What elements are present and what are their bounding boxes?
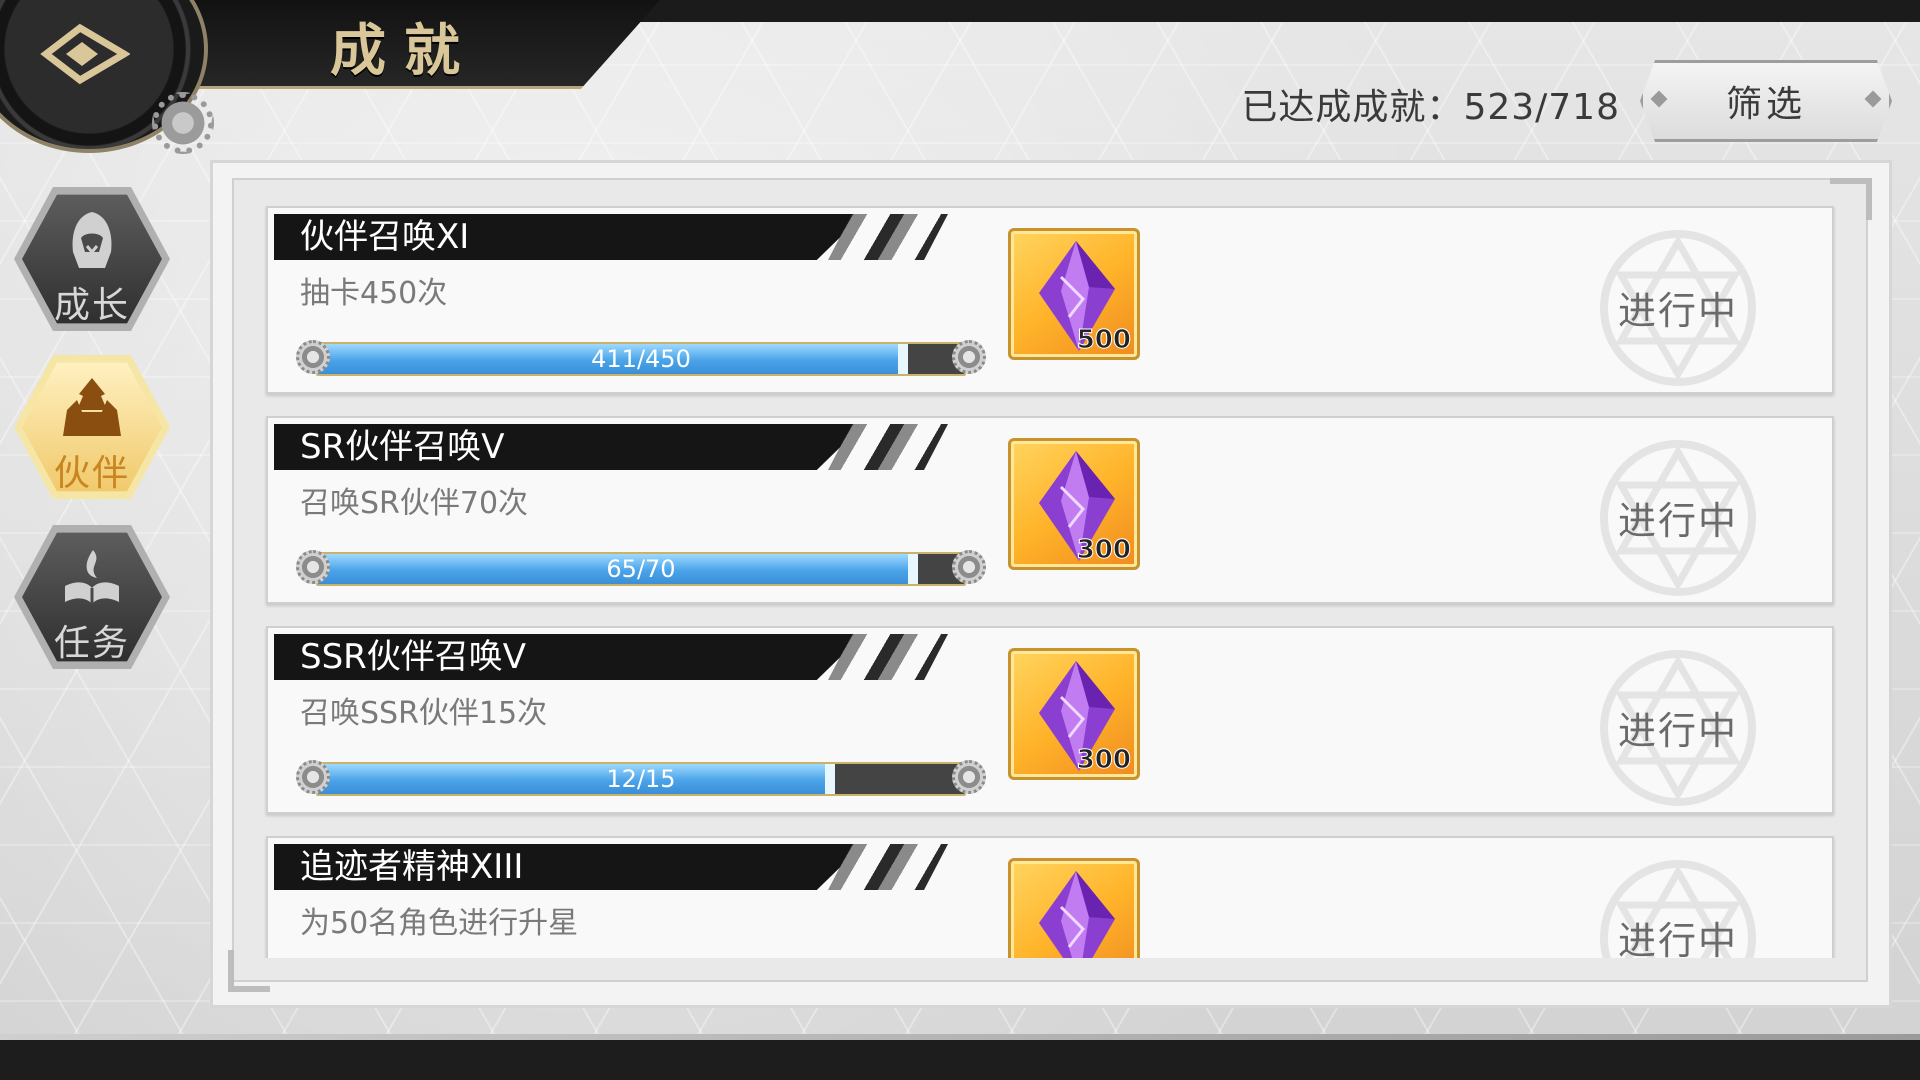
- tab-partner[interactable]: 伙伴: [14, 352, 170, 502]
- tab-growth[interactable]: 成长: [14, 184, 170, 334]
- achievement-title: 伙伴召唤XI: [300, 217, 470, 257]
- progress-cap-icon: [952, 760, 986, 794]
- progress-bar: 12/15: [296, 760, 986, 796]
- filter-button[interactable]: 筛选: [1640, 60, 1892, 142]
- page-title: 成就: [330, 18, 478, 84]
- achievement-title: SSR伙伴召唤V: [300, 637, 527, 677]
- progress-cap-icon: [296, 340, 330, 374]
- achievement-count-label: 已达成成就：: [1241, 87, 1464, 128]
- achievement-count-value: 523/718: [1463, 87, 1620, 128]
- reward-item[interactable]: 300: [1008, 648, 1140, 780]
- reward-item[interactable]: 500: [1008, 228, 1140, 360]
- filter-button-label: 筛选: [1725, 84, 1806, 125]
- status-text: 进行中: [1617, 289, 1738, 333]
- achievement-desc: 召唤SR伙伴70次: [300, 486, 529, 521]
- achievement-desc: 抽卡450次: [300, 276, 448, 311]
- status-text: 进行中: [1617, 709, 1738, 753]
- achievement-card: 追迹者精神XIII 为50名角色进行升星 进行中: [266, 836, 1834, 958]
- party-figures-icon: [63, 378, 121, 436]
- achievement-list[interactable]: 伙伴召唤XI 抽卡450次 411/450 500 进行中 SR伙伴召唤V 召唤…: [262, 200, 1842, 958]
- progress-text: 65/70: [606, 555, 676, 583]
- diamond-icon: [1864, 90, 1882, 108]
- reward-quantity: 500: [1076, 325, 1131, 356]
- progress-cap-icon: [296, 760, 330, 794]
- progress-cap-icon: [952, 340, 986, 374]
- reward-item[interactable]: [1008, 858, 1140, 958]
- progress-cap-icon: [952, 550, 986, 584]
- flame-book-icon: [65, 550, 119, 604]
- bottom-bar: [0, 1040, 1920, 1080]
- achievement-desc: 为50名角色进行升星: [300, 906, 579, 941]
- tab-partner-label: 伙伴: [53, 453, 130, 494]
- progress-text: 12/15: [606, 765, 676, 793]
- status-badge: 进行中: [1598, 438, 1758, 598]
- back-button[interactable]: [40, 22, 131, 86]
- status-text: 进行中: [1617, 499, 1738, 543]
- status-badge: 进行中: [1598, 228, 1758, 388]
- achievement-desc: 召唤SSR伙伴15次: [300, 696, 548, 731]
- progress-bar: 65/70: [296, 550, 986, 586]
- achievement-card: 伙伴召唤XI 抽卡450次 411/450 500 进行中: [266, 206, 1834, 394]
- achievement-title: SR伙伴召唤V: [300, 427, 505, 467]
- diamond-icon: [1650, 90, 1668, 108]
- reward-quantity: 300: [1076, 745, 1131, 776]
- progress-cap-icon: [296, 550, 330, 584]
- progress-text: 411/450: [591, 345, 691, 373]
- achievement-title: 追迹者精神XIII: [300, 847, 524, 887]
- hooded-figure-icon: [72, 212, 112, 268]
- tab-growth-label: 成长: [53, 285, 130, 326]
- status-badge: 进行中: [1598, 858, 1758, 958]
- achievement-card: SSR伙伴召唤V 召唤SSR伙伴15次 12/15 300 进行中: [266, 626, 1834, 814]
- status-badge: 进行中: [1598, 648, 1758, 808]
- purple-crystal-icon: [1039, 871, 1115, 958]
- reward-item[interactable]: 300: [1008, 438, 1140, 570]
- achievement-card: SR伙伴召唤V 召唤SR伙伴70次 65/70 300 进行中: [266, 416, 1834, 604]
- reward-quantity: 300: [1076, 535, 1131, 566]
- back-arrow-icon: [40, 23, 131, 85]
- tab-quest[interactable]: 任务: [14, 522, 170, 672]
- status-text: 进行中: [1617, 919, 1738, 958]
- gear-icon: [152, 92, 214, 154]
- achievement-count: 已达成成就：523/718: [1241, 78, 1620, 130]
- progress-bar: 411/450: [296, 340, 986, 376]
- tab-quest-label: 任务: [53, 623, 130, 664]
